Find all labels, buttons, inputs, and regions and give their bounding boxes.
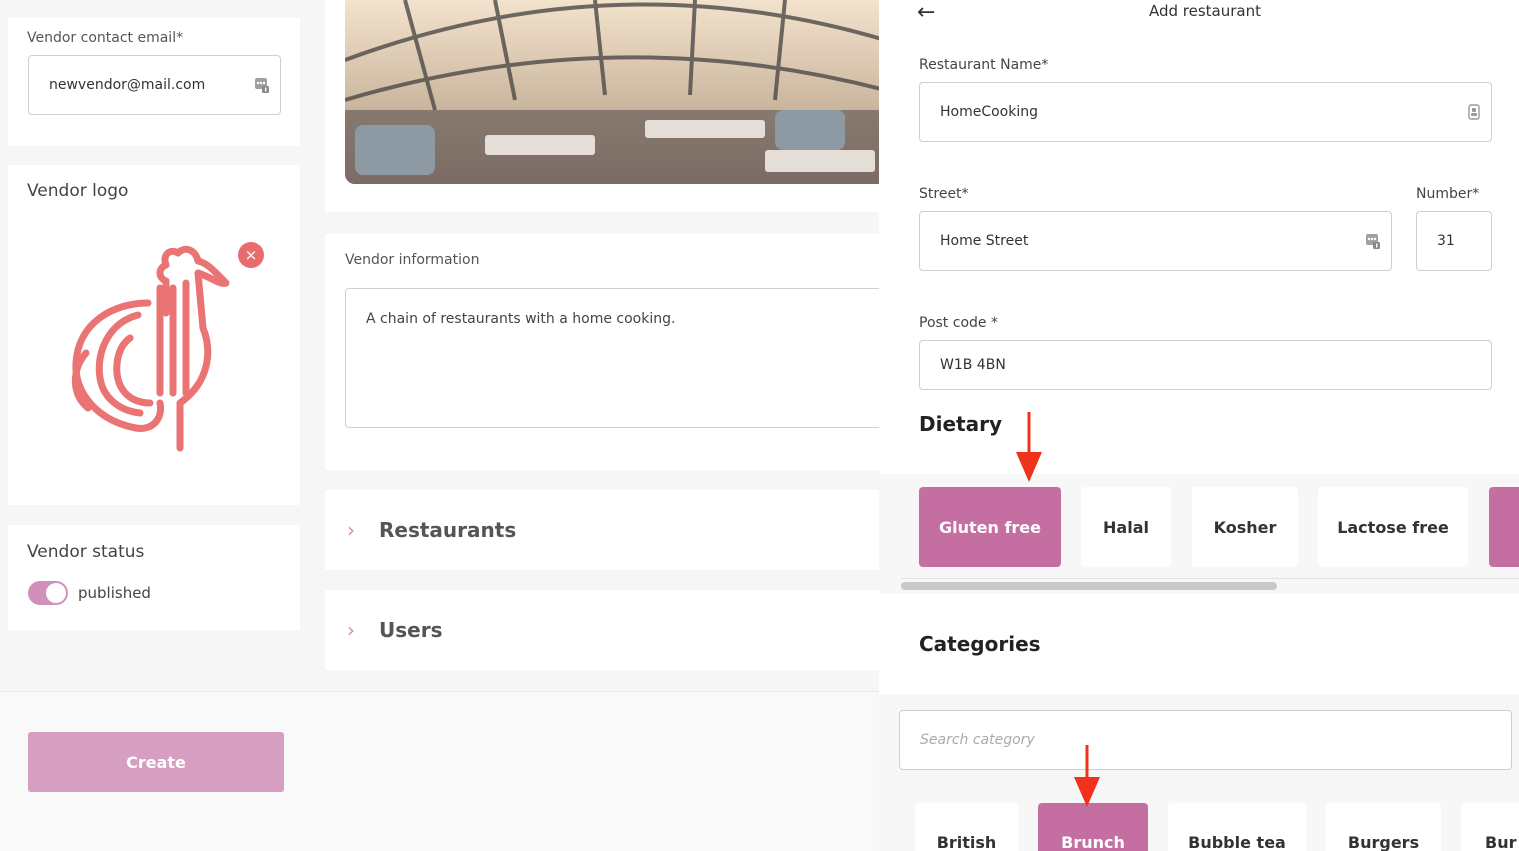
street-value: Home Street <box>940 233 1029 249</box>
street-field[interactable]: Home Street <box>919 211 1392 271</box>
dietary-option[interactable]: Gluten free <box>919 487 1061 567</box>
category-option[interactable]: Bubble tea <box>1168 803 1306 851</box>
rooster-logo-image <box>71 245 230 452</box>
toggle-knob <box>46 583 66 603</box>
dietary-title: Dietary <box>919 412 1002 436</box>
number-field[interactable]: 31 <box>1416 211 1492 271</box>
restaurants-section[interactable]: › Restaurants <box>325 490 885 570</box>
dietary-options-strip[interactable]: Gluten free Halal Kosher Lactose free <box>879 474 1519 594</box>
password-manager-icon <box>1468 104 1480 120</box>
vendor-email-card: Vendor contact email* newvendor@mail.com <box>8 18 300 146</box>
dietary-option[interactable]: Lactose free <box>1318 487 1468 567</box>
drawer-title: Add restaurant <box>1148 2 1262 20</box>
vendor-information-card: Vendor information A chain of restaurant… <box>325 234 885 470</box>
vendor-email-value: newvendor@mail.com <box>49 77 206 93</box>
categories-panel: Search category British Brunch Bubble te… <box>879 694 1519 851</box>
vendor-email-label: Vendor contact email* <box>27 30 184 46</box>
contact-card-icon <box>1366 234 1380 249</box>
category-option[interactable]: Brunch <box>1038 803 1148 851</box>
vendor-status-card: Vendor status published <box>8 525 300 630</box>
vendor-email-field[interactable]: newvendor@mail.com <box>28 55 281 115</box>
category-option-partial[interactable]: Bur <box>1461 803 1519 851</box>
categories-title: Categories <box>919 632 1041 656</box>
category-option[interactable]: British <box>915 803 1018 851</box>
restaurant-name-label: Restaurant Name* <box>919 57 1049 73</box>
dietary-option[interactable]: Kosher <box>1192 487 1298 567</box>
dietary-option-partial[interactable] <box>1489 487 1519 567</box>
street-label: Street* <box>919 186 969 202</box>
scroll-track <box>901 578 1519 579</box>
status-toggle[interactable] <box>28 581 68 605</box>
horizontal-scrollbar[interactable] <box>901 582 1277 590</box>
restaurant-interior-image <box>345 0 885 184</box>
dietary-option[interactable]: Halal <box>1081 487 1171 567</box>
category-search-input[interactable]: Search category <box>899 710 1512 770</box>
category-option[interactable]: Burgers <box>1326 803 1441 851</box>
annotation-arrow-icon <box>1074 745 1100 807</box>
chevron-right-icon: › <box>347 518 355 542</box>
postcode-value: W1B 4BN <box>940 357 1006 373</box>
restaurant-name-field[interactable]: HomeCooking <box>919 82 1492 142</box>
chevron-right-icon: › <box>347 618 355 642</box>
vendor-logo-title: Vendor logo <box>27 181 129 201</box>
restaurants-section-title: Restaurants <box>379 518 517 542</box>
postcode-label: Post code * <box>919 315 998 331</box>
vendor-status-title: Vendor status <box>27 542 145 562</box>
number-value: 31 <box>1437 233 1455 249</box>
status-value-label: published <box>78 584 151 602</box>
restaurant-image-card <box>325 0 885 212</box>
create-button[interactable]: Create <box>28 732 284 792</box>
users-section[interactable]: › Users <box>325 590 885 670</box>
add-restaurant-drawer: ← Add restaurant Restaurant Name* HomeCo… <box>879 0 1519 851</box>
restaurant-name-value: HomeCooking <box>940 104 1039 120</box>
contact-card-icon <box>255 78 269 93</box>
users-section-title: Users <box>379 618 443 642</box>
remove-logo-button[interactable]: × <box>238 242 264 268</box>
vendor-info-label: Vendor information <box>345 252 480 268</box>
annotation-arrow-icon <box>1016 412 1042 482</box>
number-label: Number* <box>1416 186 1480 202</box>
postcode-field[interactable]: W1B 4BN <box>919 340 1492 390</box>
vendor-logo-card: Vendor logo × <box>8 165 300 505</box>
vendor-info-textarea[interactable]: A chain of restaurants with a home cooki… <box>345 288 885 428</box>
